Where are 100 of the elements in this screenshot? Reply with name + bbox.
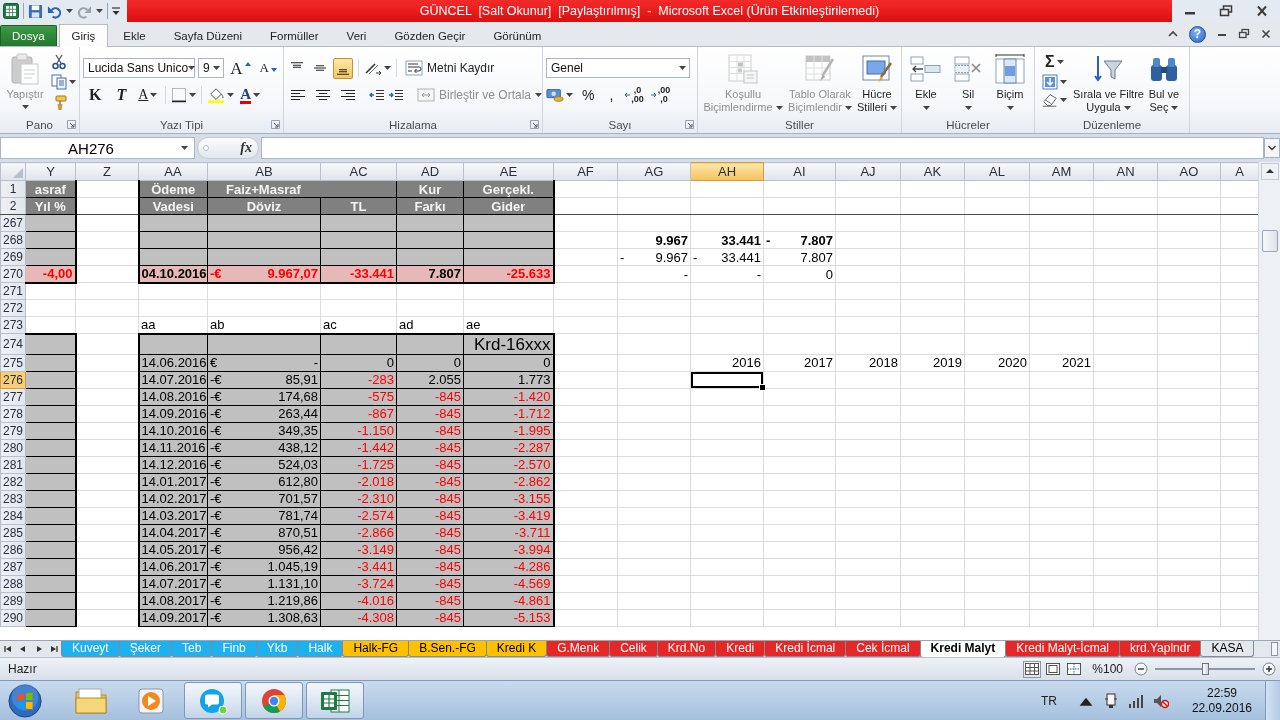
- insert-function-button[interactable]: fx: [197, 137, 259, 159]
- caret-icon[interactable]: [1060, 80, 1067, 84]
- close-icon[interactable]: [1260, 28, 1272, 40]
- scroll-thumb[interactable]: [1261, 230, 1278, 252]
- decrease-decimal-button[interactable]: ,00 ,0: [648, 84, 673, 106]
- ribbon-tab[interactable]: Veri: [333, 25, 380, 46]
- caret-icon[interactable]: [181, 146, 188, 150]
- column-header[interactable]: AK: [900, 162, 965, 181]
- column-header[interactable]: AG: [617, 162, 691, 181]
- font-name-field[interactable]: Lucida Sans Unico: [83, 58, 195, 78]
- decrease-indent-icon[interactable]: [369, 87, 385, 103]
- dialog-launcher-icon[interactable]: [685, 120, 694, 129]
- comma-button[interactable]: ,: [603, 84, 620, 106]
- column-header[interactable]: AE: [463, 162, 554, 181]
- caret-icon[interactable]: [150, 93, 158, 97]
- underline-button[interactable]: A: [135, 84, 161, 106]
- ribbon-tab[interactable]: Görünüm: [480, 25, 555, 46]
- caret-icon[interactable]: [1056, 60, 1064, 64]
- increase-decimal-button[interactable]: ,0 ,00: [622, 84, 646, 106]
- column-header[interactable]: Z: [75, 162, 139, 181]
- sheet-tab[interactable]: B.Sen.-FG: [408, 641, 487, 657]
- caret-icon[interactable]: [189, 93, 197, 97]
- ribbon-tab[interactable]: Giriş: [58, 24, 109, 47]
- caret-icon[interactable]: [188, 66, 196, 70]
- triangle-right-icon[interactable]: [34, 645, 43, 653]
- caret-icon[interactable]: [679, 66, 686, 70]
- caret-icon[interactable]: [889, 105, 897, 110]
- close-icon[interactable]: [1255, 5, 1269, 17]
- caret-icon[interactable]: [69, 80, 76, 85]
- column-header[interactable]: AB: [207, 162, 321, 181]
- sheet-tab[interactable]: KASA: [1200, 641, 1255, 657]
- border-icon[interactable]: [171, 87, 188, 103]
- scissors-icon[interactable]: [51, 54, 67, 71]
- view-button[interactable]: [1065, 660, 1084, 678]
- insert-cells-button[interactable]: Ekle: [905, 50, 947, 117]
- dialog-launcher-icon[interactable]: [530, 120, 539, 129]
- column-header[interactable]: AC: [320, 162, 397, 181]
- italic-button[interactable]: T: [110, 84, 133, 106]
- ribbon-tab[interactable]: Gözden Geçir: [381, 25, 479, 46]
- caret-icon[interactable]: [384, 66, 391, 70]
- dialog-launcher-icon[interactable]: [67, 120, 76, 129]
- caret-icon[interactable]: [922, 106, 930, 110]
- shrink-font-button[interactable]: A: [256, 57, 280, 79]
- expand-icon[interactable]: [1264, 137, 1280, 159]
- language-indicator[interactable]: TR: [1040, 693, 1057, 708]
- arrow-up-icon[interactable]: [1260, 163, 1279, 180]
- sheet-tab[interactable]: Kredi K: [485, 641, 548, 657]
- column-header[interactable]: AJ: [835, 162, 901, 181]
- column-header[interactable]: AI: [763, 162, 836, 181]
- caret-icon[interactable]: [253, 93, 261, 97]
- column-header[interactable]: AN: [1093, 162, 1158, 181]
- cell-styles-button[interactable]: Hücre Stilleri: [855, 50, 899, 117]
- taskbar-button[interactable]: [306, 682, 364, 719]
- zoom-level[interactable]: %100: [1092, 662, 1123, 676]
- file-tab[interactable]: Dosya: [0, 25, 57, 46]
- row-header[interactable]: 274: [0, 333, 26, 354]
- ribbon-tab[interactable]: Sayfa Düzeni: [160, 25, 256, 46]
- column-header[interactable]: Y: [25, 162, 76, 181]
- taskbar-button[interactable]: [245, 682, 303, 719]
- sheet-tab[interactable]: Halk-FG: [342, 641, 410, 657]
- sheet-tab[interactable]: Cek İcmal: [845, 641, 921, 657]
- spreadsheet-icon[interactable]: [3, 3, 19, 19]
- zoom-slider[interactable]: [1155, 663, 1255, 675]
- restore-icon[interactable]: [1238, 28, 1250, 40]
- font-color-button[interactable]: A: [237, 84, 264, 106]
- zoom-in-icon[interactable]: [1262, 662, 1276, 676]
- fill-handle-icon[interactable]: [759, 383, 766, 391]
- taskbar-button[interactable]: [184, 682, 242, 719]
- dialog-launcher-icon[interactable]: [271, 120, 280, 129]
- sheet-tab[interactable]: Kredi: [715, 641, 766, 657]
- sheet-tab[interactable]: krd.Yaplndr: [1119, 641, 1202, 657]
- column-header[interactable]: AF: [553, 162, 618, 181]
- name-box[interactable]: AH276: [0, 137, 195, 159]
- device-icon[interactable]: [1102, 692, 1119, 709]
- caret-icon[interactable]: [213, 66, 221, 70]
- dropdown-icon[interactable]: [112, 6, 120, 16]
- restore-icon[interactable]: [1219, 5, 1233, 17]
- increase-indent-icon[interactable]: [388, 87, 404, 103]
- sort-filter-button[interactable]: Sırala ve Filtre Uygula: [1071, 50, 1146, 117]
- splitter-handle[interactable]: [1271, 642, 1278, 656]
- column-header[interactable]: AD: [396, 162, 464, 181]
- number-format-field[interactable]: Genel: [546, 58, 690, 78]
- angled-text-icon[interactable]: [364, 60, 382, 76]
- sheet-tab[interactable]: Kredi İcmal: [764, 641, 847, 657]
- column-header[interactable]: AO: [1157, 162, 1221, 181]
- column-header[interactable]: A: [1220, 162, 1258, 181]
- sheet-tab[interactable]: G.Menk: [546, 641, 611, 657]
- eraser-icon[interactable]: [1042, 92, 1058, 108]
- column-header[interactable]: AM: [1029, 162, 1094, 181]
- percent-button[interactable]: %: [576, 84, 601, 106]
- triangle-left-icon[interactable]: [19, 645, 28, 653]
- signal-bars-icon[interactable]: [1127, 692, 1144, 709]
- caret-icon[interactable]: [964, 106, 972, 110]
- caret-icon[interactable]: [1060, 98, 1067, 102]
- paint-bucket-icon[interactable]: [207, 87, 226, 103]
- formula-field[interactable]: [261, 137, 1264, 159]
- delete-cells-button[interactable]: Sil: [947, 50, 989, 117]
- column-header[interactable]: AL: [964, 162, 1030, 181]
- caret-icon[interactable]: [66, 9, 73, 13]
- caret-icon[interactable]: [1006, 106, 1014, 110]
